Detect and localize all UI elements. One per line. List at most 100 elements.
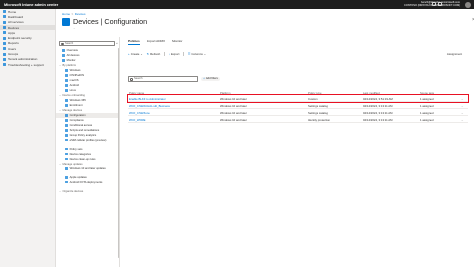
menu-scrollbar[interactable] <box>118 48 120 258</box>
all-devices-icon <box>62 54 65 57</box>
create-button[interactable]: +Create ⌄ <box>128 52 143 56</box>
menu-item-label: Overview <box>66 49 78 52</box>
menu-item-android-fota-deployments[interactable]: Android FOTA deployments <box>56 180 119 189</box>
menu-item-label: Device onboarding <box>62 94 85 97</box>
search-icon <box>61 42 64 46</box>
nav-item-label: All services <box>8 20 24 25</box>
linux-icon <box>65 89 68 92</box>
policy-search-input[interactable]: Search <box>128 76 198 82</box>
export-icon: ↓ <box>168 52 171 56</box>
policy-name-link[interactable]: Enable BLKF to Administrator <box>129 97 166 101</box>
main-blade: Home > Devices Devices | Configuration ...… <box>56 9 474 267</box>
menu-search-input[interactable]: Search <box>59 41 115 46</box>
nav-item-label: Apps <box>8 30 16 35</box>
menu-item-label: Manage devices <box>62 109 83 112</box>
more-options[interactable]: ... <box>73 26 75 30</box>
nav-item-label: Users <box>8 46 17 51</box>
table-row[interactable]: WCF_CSWACHAL-Hit_Business Windows 10 and … <box>128 102 468 109</box>
app-title: Microsoft Intune admin center <box>4 2 59 7</box>
tenant-icon <box>3 57 6 61</box>
more-options-button[interactable]: ... <box>461 104 463 108</box>
menu-item-label: Android FOTA deployments <box>69 180 103 184</box>
chevron-down-icon: ⌄ <box>59 189 62 193</box>
nav-item-label: Groups <box>8 52 19 57</box>
tab-monitor[interactable]: Monitor <box>172 39 182 45</box>
menu-item-label: Manage updates <box>62 162 83 166</box>
policy-name-link[interactable]: WCF_WDRE <box>129 118 145 122</box>
menu-item-label: Compliance <box>69 119 84 122</box>
menu-item-organize-devices[interactable]: ⌄ Organize devices <box>56 189 119 194</box>
esim-cellular-profiles-preview-icon <box>65 138 68 142</box>
group-policy-analytics-icon <box>65 134 68 137</box>
table-row[interactable]: WCF_CSWZone Windows 10 and later Settings … <box>128 109 468 116</box>
nav-item-label: Reports <box>8 41 19 46</box>
tab-import-admx[interactable]: Import ADMX <box>147 39 165 45</box>
table-row[interactable]: WCF_WDRE Windows 10 and later Identity pro… <box>128 116 468 123</box>
menu-item-esim-cellular-profiles-preview[interactable]: eSIM cellular profiles (preview) <box>56 138 119 147</box>
user-org: CONTOSO (DRXXXLXX.ONMICROSOFT.COM) <box>403 4 460 8</box>
menu-item-label: Linux <box>69 89 77 92</box>
menu-item-windows-10-and-later-updates[interactable]: Windows 10 and later updates <box>56 167 119 176</box>
table-cell: Windows 10 and later <box>220 104 247 108</box>
monitor-icon <box>62 59 65 62</box>
menu-item-label: By platform <box>62 64 77 67</box>
nav-item-troubleshooting-support[interactable]: Troubleshooting + support <box>0 62 55 67</box>
menu-item-label: Scripts and remediations <box>69 129 100 132</box>
nav-item-label: Troubleshooting + support <box>8 62 44 67</box>
reports-icon <box>3 41 6 45</box>
page-title: Devices | Configuration <box>73 17 148 26</box>
add-filters-button[interactable]: ⊹ Add filters <box>201 76 220 82</box>
policy-name-link[interactable]: WCF_CSWACHAL-Hit_Business <box>129 104 170 108</box>
users-icon <box>3 47 6 51</box>
policy-name-link[interactable]: WCF_CSWZone <box>129 111 150 115</box>
all-services-icon <box>3 20 6 24</box>
devices-icon <box>3 26 6 30</box>
home-icon <box>3 10 6 14</box>
columns-button[interactable]: ☰Columns ⌄ <box>188 52 206 56</box>
breadcrumb-home[interactable]: Home <box>62 12 70 16</box>
menu-item-label: Configuration <box>69 114 86 117</box>
policy-sets-icon <box>65 147 68 151</box>
assignment-button[interactable]: Assignment <box>447 52 462 56</box>
compliance-icon <box>65 119 68 122</box>
nav-item-label: Home <box>8 9 17 14</box>
menu-item-label: macOS <box>69 79 79 82</box>
menu-item-label: Monitor <box>66 59 76 62</box>
collapse-menu-button[interactable]: « <box>116 41 118 45</box>
refresh-button[interactable]: ↻Refresh <box>147 52 161 56</box>
table-row[interactable]: Enable BLKF to Administrator Windows 10 a… <box>127 94 469 103</box>
export-button[interactable]: ↓Export <box>169 52 180 56</box>
more-options-button[interactable]: ... <box>461 118 463 122</box>
table-cell: Windows 10 and later <box>220 97 247 101</box>
user-account[interactable]: bench@drxxxlxx.onmicrosoft.com CONTOSO (… <box>404 1 460 8</box>
nav-item-label: Dashboard <box>8 14 24 19</box>
windows-10-and-later-updates-icon <box>65 167 68 170</box>
more-options-button[interactable]: ... <box>461 111 463 115</box>
menu-item-label: Windows <box>69 69 81 72</box>
menu-item-label: Windows 10 and later updates <box>69 167 106 171</box>
table-cell: 04/14/2024, 3:13:11 AM <box>363 111 393 115</box>
avatar[interactable] <box>465 1 471 8</box>
ios-ipados-icon <box>65 74 68 77</box>
windows-365-icon <box>65 99 68 102</box>
nav-item-label: Tenant administration <box>8 57 38 62</box>
policy-table: Policy name Platform Policy type Last modif… <box>127 89 469 123</box>
table-cell: 1 assigned <box>420 97 434 101</box>
search-icon <box>130 78 133 81</box>
conditional-access-icon <box>65 124 68 127</box>
configuration-content: Policies Import ADMX Monitor +Create ⌄ ↻Re… <box>126 37 472 267</box>
table-cell: 1 assigned <box>420 104 434 108</box>
tab-bar: Policies Import ADMX Monitor <box>128 39 182 45</box>
tab-policies[interactable]: Policies <box>128 39 140 45</box>
enrollment-icon <box>65 104 68 107</box>
configuration-icon <box>65 114 68 117</box>
apps-icon <box>3 31 6 35</box>
nav-item-label: Devices <box>8 25 20 30</box>
more-options-button[interactable]: ... <box>461 97 463 101</box>
windows-icon <box>65 69 68 72</box>
table-cell: 04/14/2024, 3:13:11 AM <box>363 118 393 122</box>
table-cell: Settings catalog <box>308 104 328 108</box>
chevron-down-icon: ⌄ <box>140 52 143 56</box>
menu-item-label: Enrollment <box>69 104 83 107</box>
breadcrumb-devices[interactable]: Devices <box>75 12 86 16</box>
